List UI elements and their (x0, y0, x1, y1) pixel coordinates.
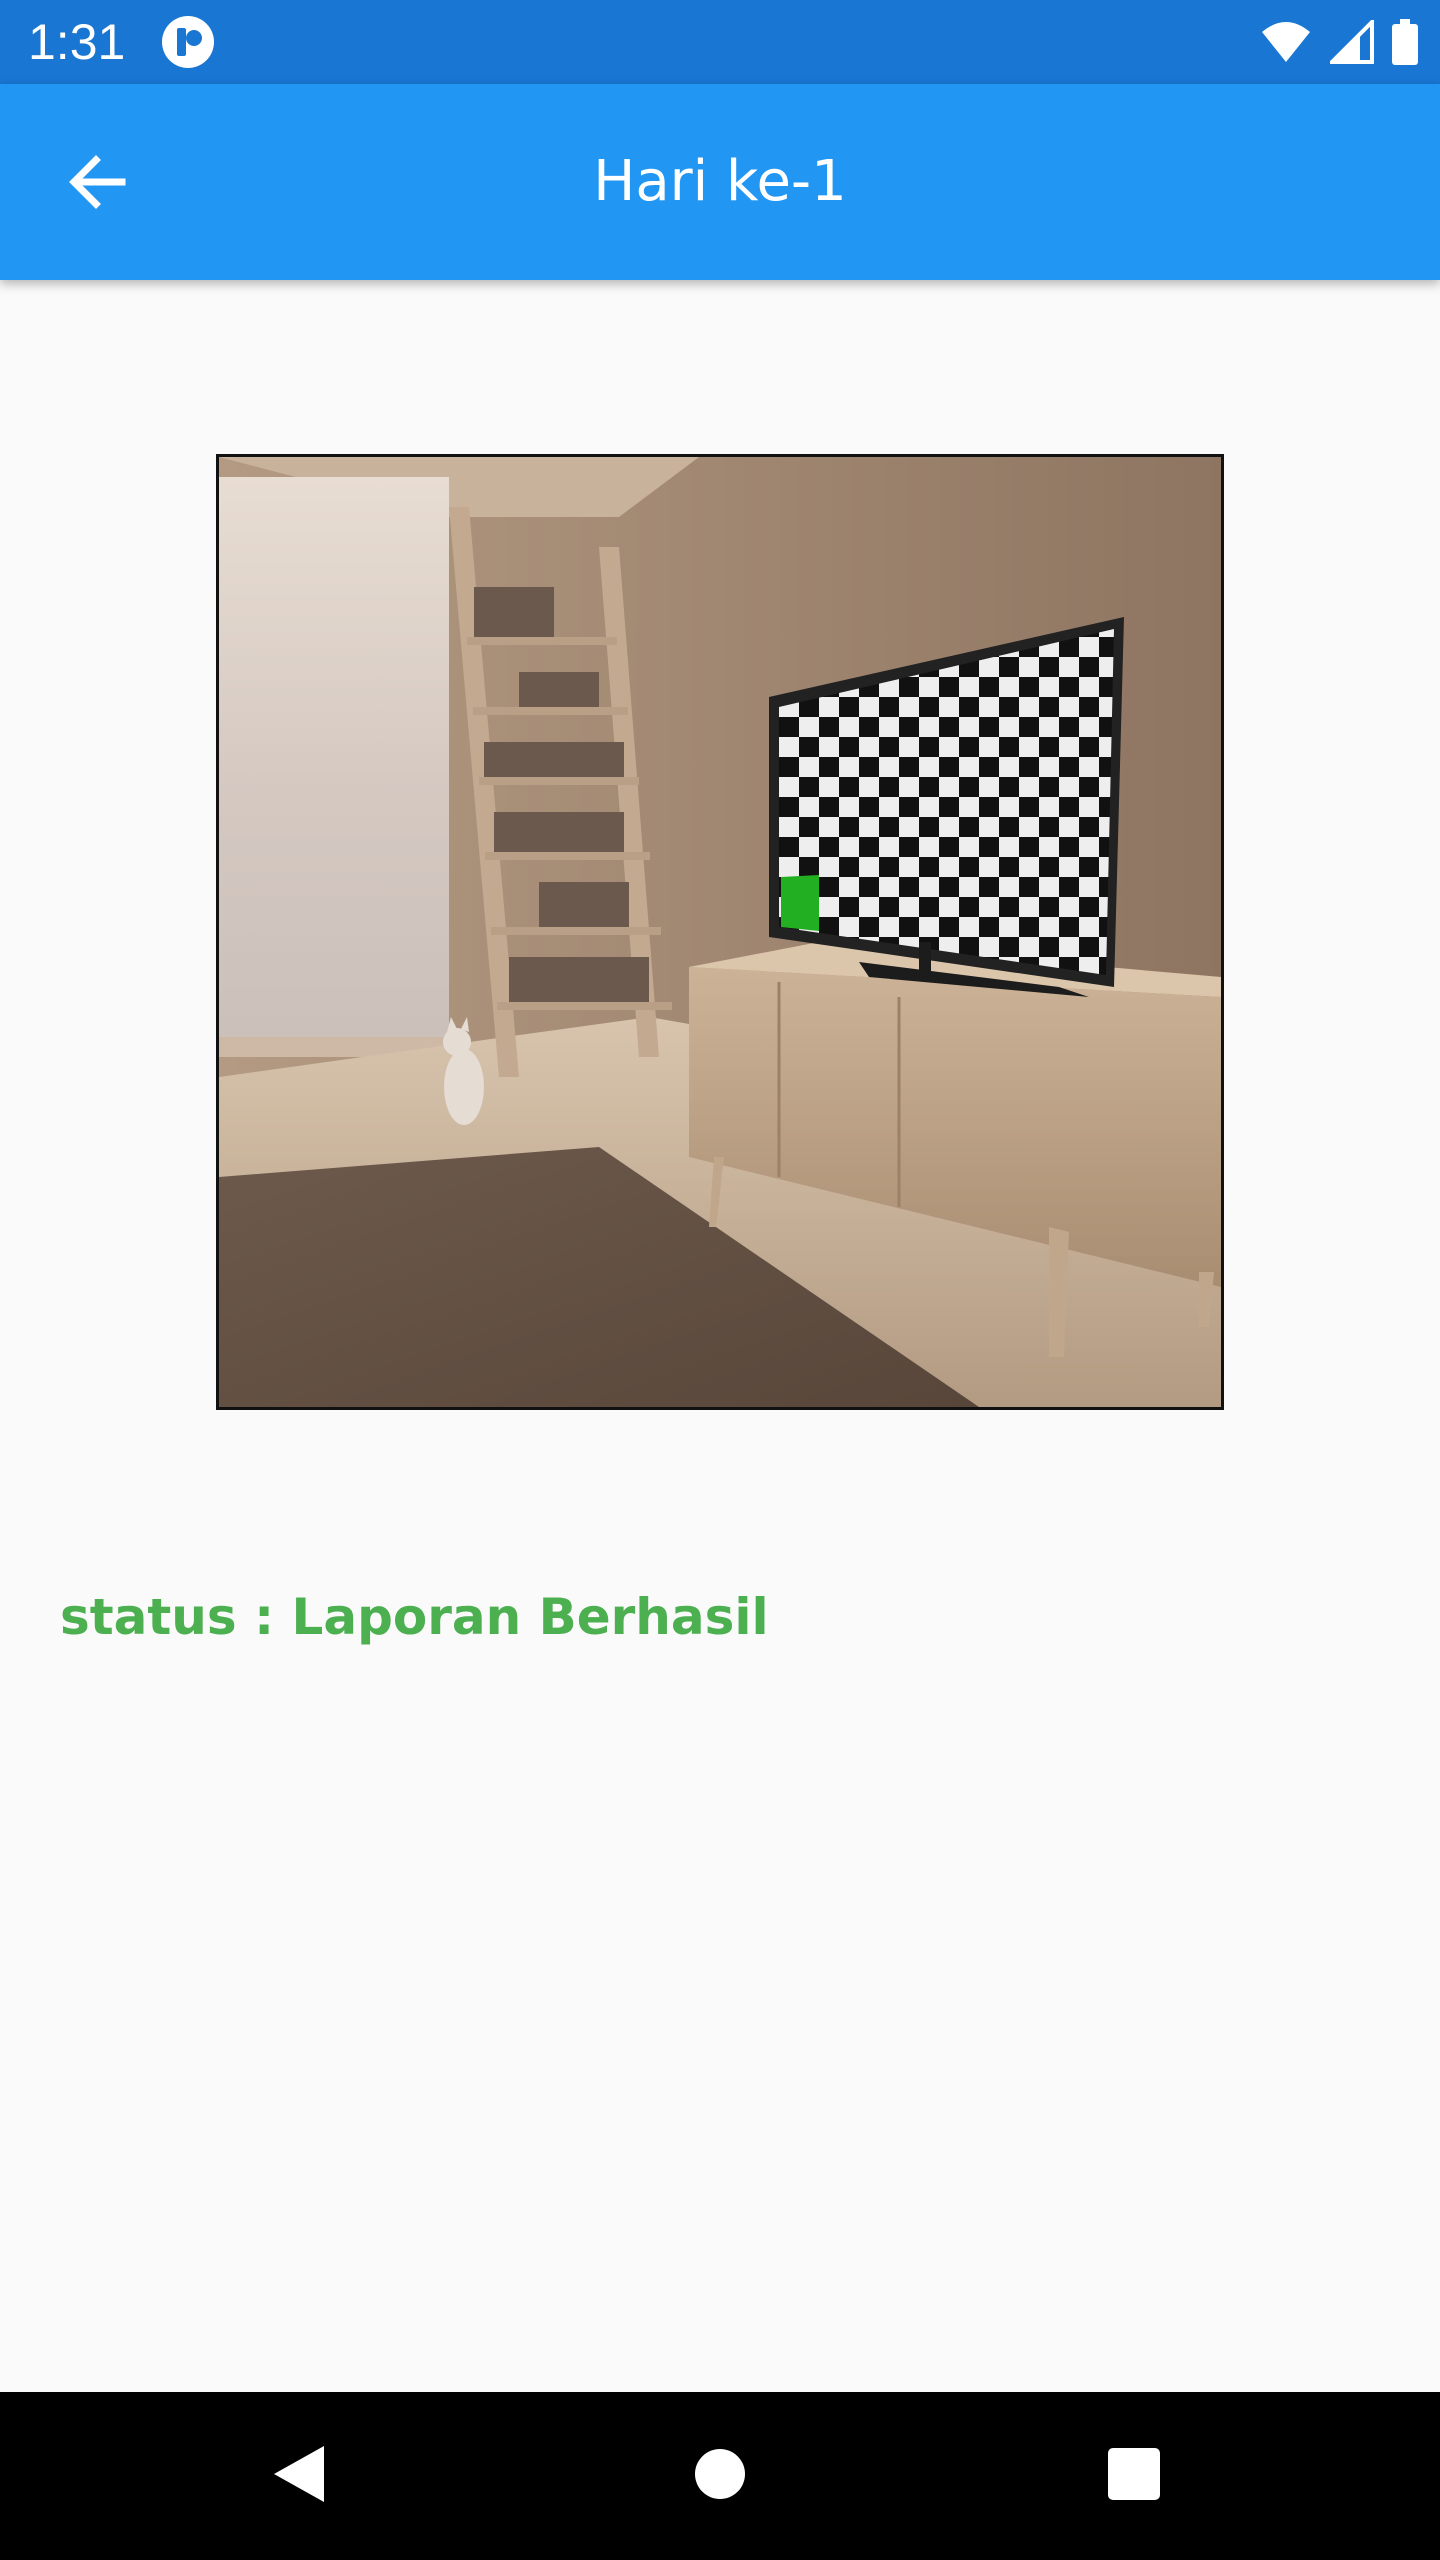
battery-icon (1392, 19, 1418, 65)
nav-home-button[interactable] (678, 2434, 762, 2518)
status-bar: 1:31 (0, 0, 1440, 84)
room-photo-illustration (219, 457, 1221, 1407)
nav-recents-button[interactable] (1092, 2434, 1176, 2518)
report-photo (216, 454, 1224, 1410)
signal-icon (1330, 20, 1374, 64)
circle-home-icon (693, 2447, 747, 2505)
status-time: 1:31 (28, 14, 126, 70)
page-title: Hari ke-1 (593, 149, 847, 214)
triangle-back-icon (270, 2442, 330, 2510)
system-nav-bar (0, 2392, 1440, 2560)
square-recents-icon (1107, 2447, 1161, 2505)
report-status-text: status : Laporan Berhasil (60, 1588, 769, 1646)
wifi-icon (1260, 20, 1312, 64)
nav-back-button[interactable] (258, 2434, 342, 2518)
app-bar: Hari ke-1 (0, 84, 1440, 280)
app-notification-icon (160, 14, 216, 70)
